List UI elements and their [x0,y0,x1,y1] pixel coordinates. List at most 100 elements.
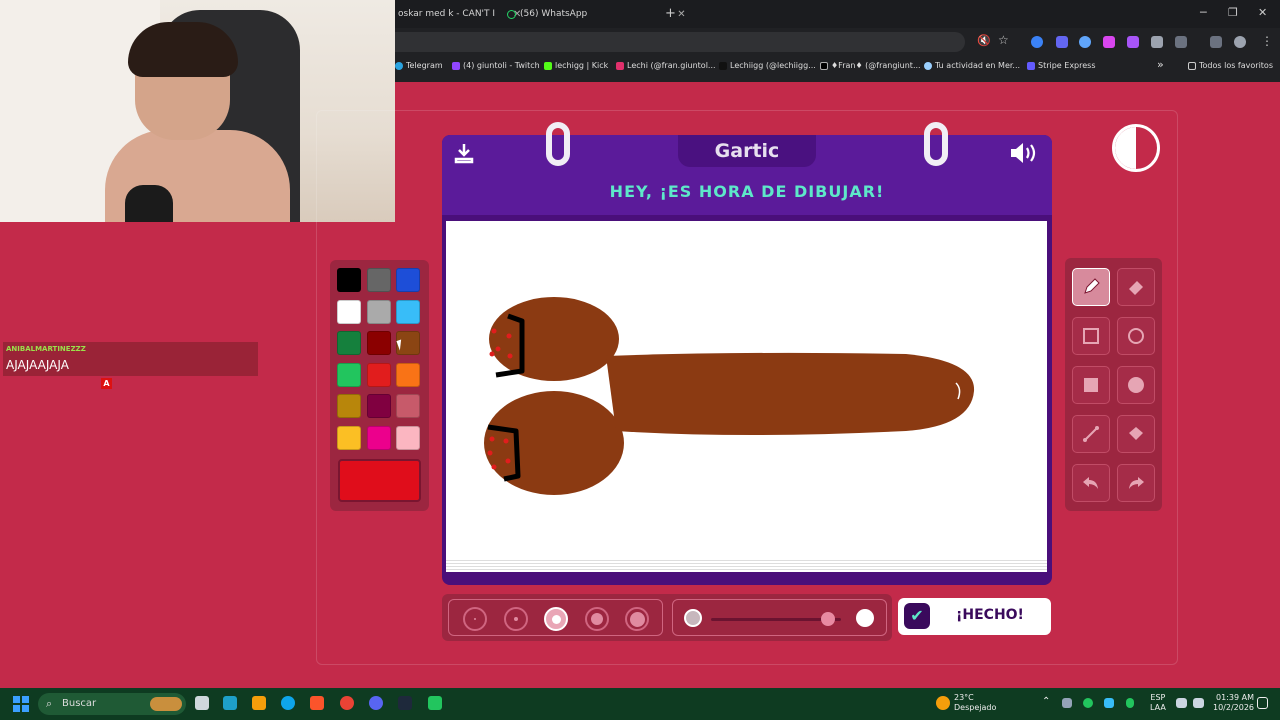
file-explorer-icon[interactable] [252,696,266,710]
new-tab-button[interactable]: + [665,6,676,21]
brush-size-dot [591,613,603,625]
color-swatch[interactable] [366,362,391,387]
done-button[interactable]: ✔ ¡HECHO! [898,598,1051,635]
brush-size-4[interactable] [585,607,609,631]
language-indicator[interactable]: ESP LAA [1150,693,1166,713]
tab-close-icon[interactable]: ✕ [677,9,685,20]
color-swatch[interactable] [396,394,420,418]
color-swatch[interactable] [366,394,391,418]
reading-list-icon[interactable] [1210,36,1222,48]
network-icon[interactable] [1176,698,1187,708]
color-swatch[interactable] [366,425,391,450]
tab-whatsapp[interactable]: (56) WhatsApp ✕ [507,5,686,23]
opacity-thumb[interactable] [821,612,835,626]
bookmark-x[interactable]: ♦Fran♦ (@frangiunt... [820,61,921,70]
extension-icon[interactable] [1031,36,1043,48]
circle-tool[interactable] [1117,317,1155,355]
bookmark-instagram[interactable]: Lechi (@fran.giuntol... [616,61,716,70]
bookmark-stripe[interactable]: Stripe Express [1027,61,1096,70]
tray-icon[interactable] [1104,698,1114,708]
extensions-puzzle-icon[interactable] [1175,36,1187,48]
taskbar: ⌕ Buscar 23°C Despejado ⌃ ESP LAA 01:39 … [0,688,1280,720]
chevron-up-icon[interactable]: ⌃ [1042,696,1050,707]
color-swatch[interactable] [337,331,361,355]
color-swatch[interactable] [337,268,361,292]
filled-circle-tool[interactable] [1117,366,1155,404]
bookmark-kick[interactable]: lechigg | Kick [544,61,608,70]
mute-icon[interactable]: 🔇 [977,34,991,47]
extension-icon[interactable] [1103,36,1115,48]
chrome-icon[interactable] [340,696,354,710]
profile-avatar-icon[interactable] [1234,36,1246,48]
filled-rectangle-tool[interactable] [1072,366,1110,404]
turn-heading: HEY, ¡ES HORA DE DIBUJAR! [609,182,885,201]
opacity-low-icon [684,609,702,627]
tray-icon[interactable] [1083,698,1093,708]
address-field[interactable] [395,32,965,52]
redo-button[interactable] [1117,464,1155,502]
bookmark-telegram[interactable]: Telegram [395,61,443,70]
line-tool[interactable] [1072,415,1110,453]
undo-button[interactable] [1072,464,1110,502]
color-swatch[interactable] [337,362,361,387]
color-swatch[interactable] [366,331,391,355]
color-swatch[interactable] [366,268,391,292]
minimize-button[interactable]: ─ [1200,6,1207,19]
app-icon[interactable] [428,696,442,710]
color-swatch[interactable] [396,362,420,387]
taskbar-search-label: Buscar [62,698,97,709]
rectangle-tool[interactable] [1072,317,1110,355]
app-icon[interactable] [223,696,237,710]
extension-icon[interactable] [1127,36,1139,48]
volume-tray-icon[interactable] [1193,698,1204,708]
brush-size-1[interactable] [463,607,487,631]
edge-icon[interactable] [281,696,295,710]
extension-icon[interactable] [1151,36,1163,48]
color-swatch[interactable] [396,299,420,324]
brush-size-3[interactable] [544,607,568,631]
mercadolibre-icon [924,61,932,70]
app-icon[interactable] [398,696,412,710]
brush-size-5[interactable] [625,607,649,631]
color-swatch[interactable] [337,299,361,324]
tab-youtube[interactable]: oskar med k - CAN'T I ✕ [398,5,521,23]
maximize-button[interactable]: ❐ [1228,6,1238,19]
opacity-slider[interactable] [672,599,887,636]
bookmark-star-icon[interactable]: ☆ [998,33,1009,47]
discord-icon[interactable] [369,696,383,710]
bookmark-tiktok[interactable]: Lechiigg (@lechiigg... [719,61,816,70]
color-swatch[interactable] [396,268,420,292]
notification-icon[interactable] [1257,697,1268,709]
task-view-icon[interactable] [195,696,209,710]
browser-menu-icon[interactable]: ⋮ [1261,34,1273,48]
brush-size-2[interactable] [504,607,528,631]
color-swatch[interactable] [396,425,420,450]
pencil-tool[interactable] [1072,268,1110,306]
close-window-button[interactable]: ✕ [1258,6,1267,19]
color-swatch[interactable] [337,394,361,418]
bookmarks-overflow-button[interactable]: » [1157,58,1164,71]
bookmark-mercadolibre[interactable]: Tu actividad en Mer... [924,61,1020,70]
volume-icon[interactable] [1008,141,1038,171]
fill-bucket-tool[interactable] [1117,415,1155,453]
download-icon[interactable] [452,141,476,171]
drawn-shape [489,297,619,381]
taskbar-search[interactable]: ⌕ Buscar [38,693,186,715]
all-bookmarks-button[interactable]: Todos los favoritos [1188,61,1273,70]
clock[interactable]: 01:39 AM 10/2/2026 [1213,693,1254,713]
windows-start-icon[interactable] [13,696,29,712]
color-swatch[interactable] [366,299,391,324]
rectangle-filled-icon [1084,378,1098,392]
weather-widget[interactable]: 23°C Despejado [954,693,996,713]
extension-icon[interactable] [1056,36,1068,48]
tray-icon[interactable] [1062,698,1072,708]
language-layout: LAA [1150,703,1166,712]
drawing-canvas[interactable] [446,221,1047,561]
brave-icon[interactable] [310,696,324,710]
extension-icon[interactable] [1079,36,1091,48]
eraser-tool[interactable] [1117,268,1155,306]
exit-game-button[interactable] [1112,124,1160,172]
bookmark-twitch[interactable]: (4) giuntoli - Twitch [452,61,540,70]
color-swatch[interactable] [337,425,361,450]
microphone-icon[interactable] [1126,698,1134,708]
